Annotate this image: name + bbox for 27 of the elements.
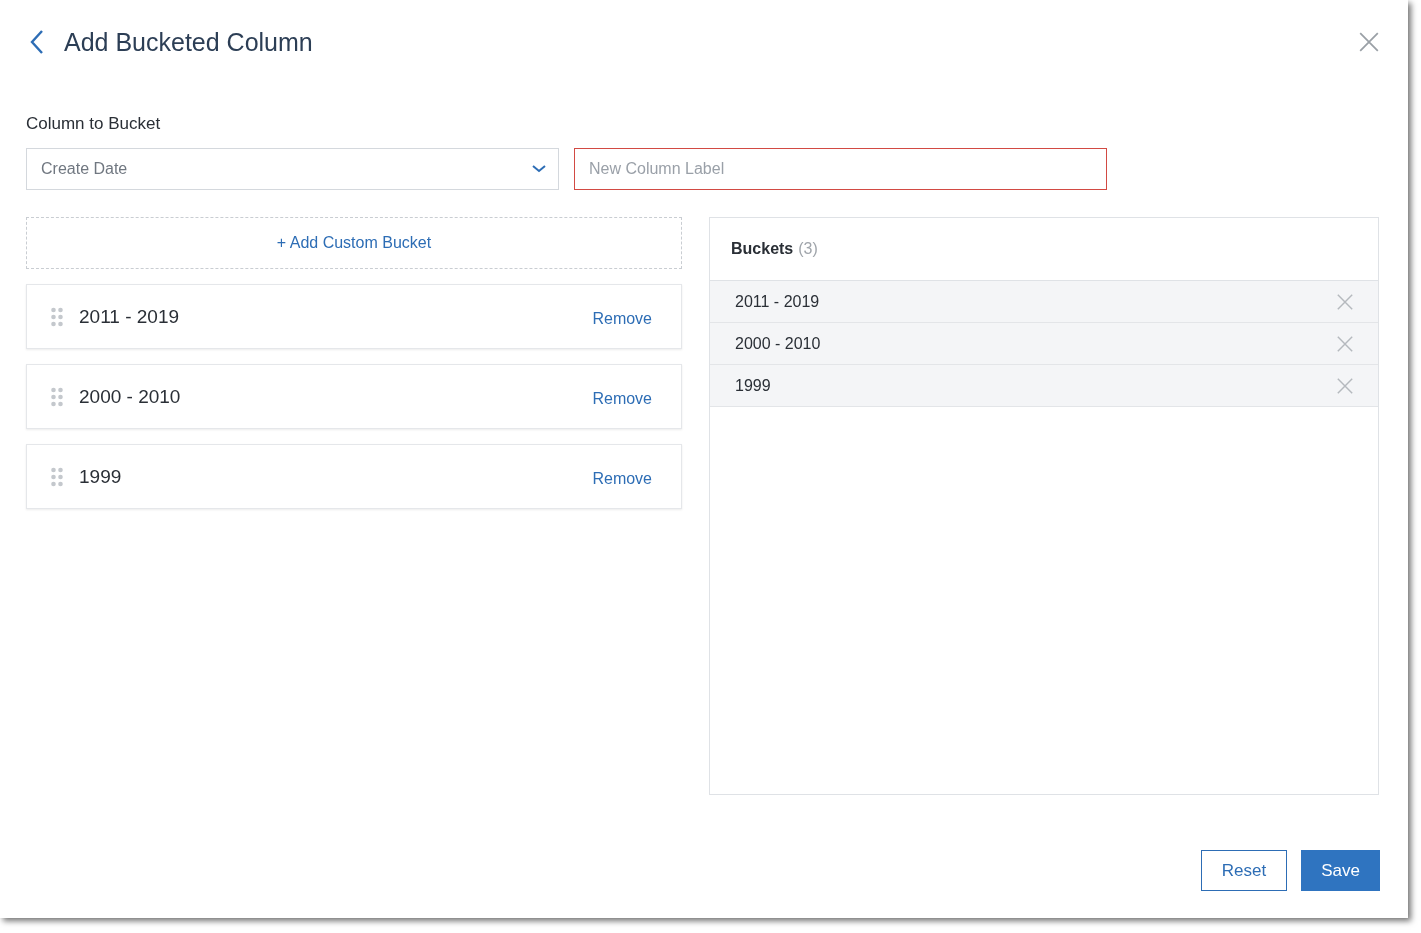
chevron-down-icon xyxy=(532,165,546,173)
field-label: Column to Bucket xyxy=(26,114,162,134)
close-icon[interactable] xyxy=(1358,31,1380,53)
drag-handle-icon[interactable] xyxy=(51,386,63,407)
remove-x-icon[interactable] xyxy=(1336,292,1354,311)
remove-x-icon[interactable] xyxy=(1336,376,1354,395)
column-label-input[interactable]: New Column Label xyxy=(574,148,1107,190)
remove-link[interactable]: Remove xyxy=(592,389,652,408)
dialog-title: Add Bucketed Column xyxy=(64,27,314,57)
add-custom-bucket-button[interactable]: + Add Custom Bucket xyxy=(26,217,682,269)
bucket-label: 2011 - 2019 xyxy=(79,305,180,328)
remove-link[interactable]: Remove xyxy=(592,309,652,328)
save-button[interactable]: Save xyxy=(1301,850,1380,891)
reset-button[interactable]: Reset xyxy=(1201,850,1287,891)
drag-handle-icon[interactable] xyxy=(51,466,63,487)
bucket-row-label: 1999 xyxy=(735,376,772,395)
bucket-row-label: 2011 - 2019 xyxy=(735,292,821,311)
column-dropdown[interactable]: Create Date xyxy=(26,148,559,190)
bucket-row-label: 2000 - 2010 xyxy=(735,334,822,353)
bucket-count: (3) xyxy=(798,240,818,258)
bucket-label: 2000 - 2010 xyxy=(79,385,182,408)
bucket-label: 1999 xyxy=(79,465,123,488)
remove-x-icon[interactable] xyxy=(1336,334,1354,353)
back-chevron-icon[interactable] xyxy=(30,29,44,55)
panel-title: Buckets xyxy=(731,240,794,258)
drag-handle-icon[interactable] xyxy=(51,306,63,327)
remove-link[interactable]: Remove xyxy=(592,469,652,488)
